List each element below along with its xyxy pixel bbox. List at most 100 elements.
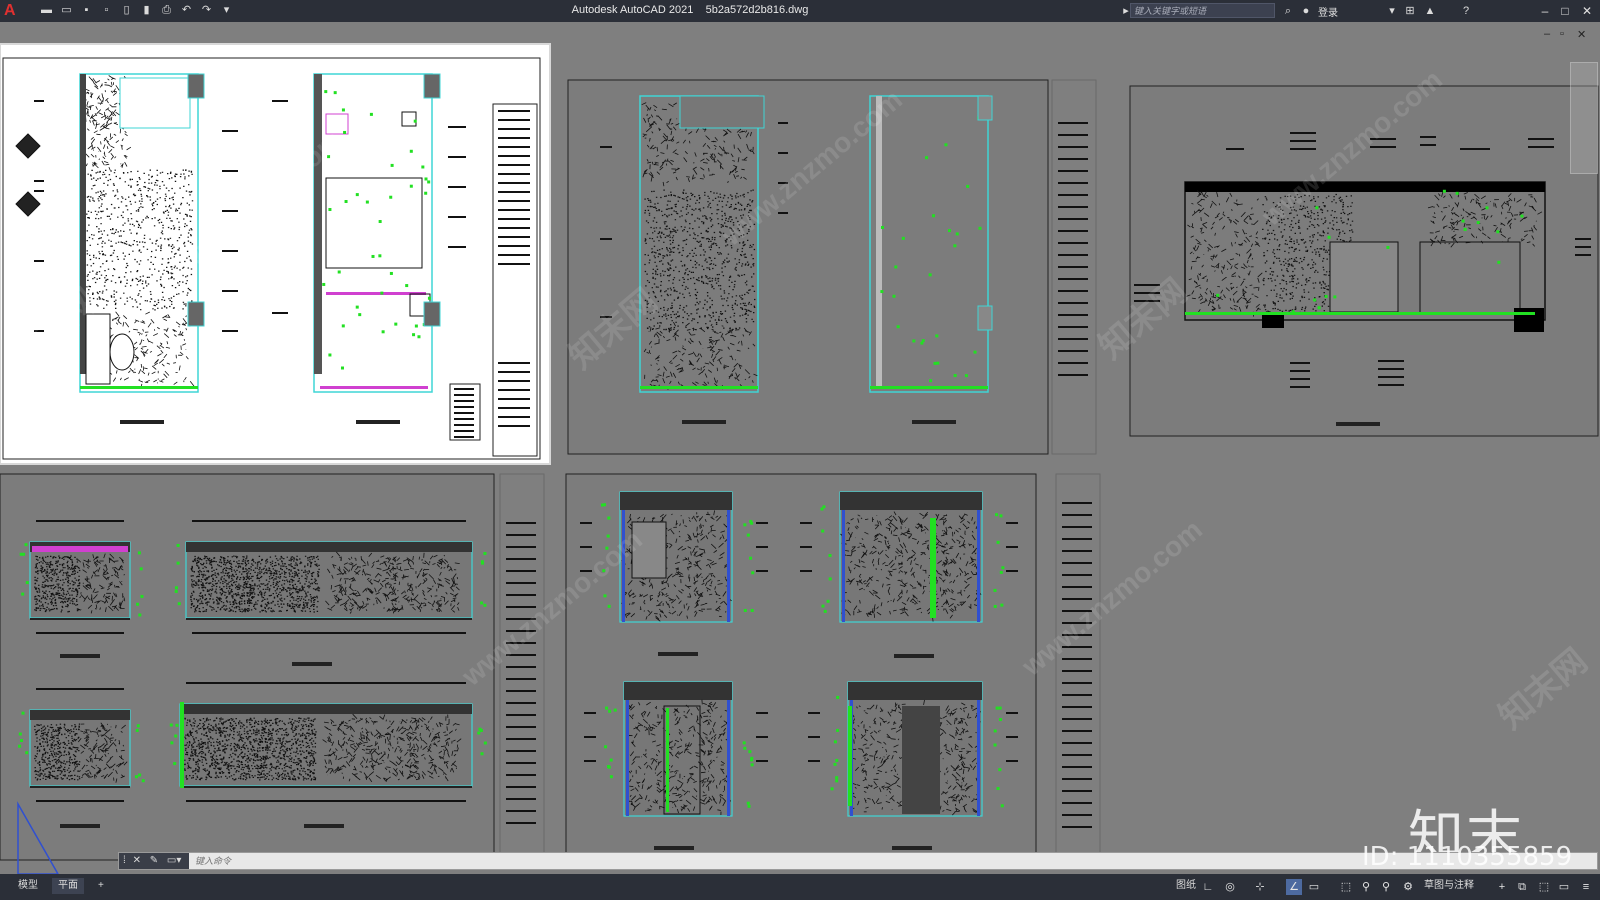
user-icon[interactable]: ● [1298, 3, 1314, 19]
leader-label [1062, 778, 1092, 780]
help-icon[interactable]: ? [1458, 3, 1474, 19]
osnap-icon[interactable]: ⊹ [1252, 879, 1268, 895]
dimension-marker [944, 143, 948, 147]
leader-label [580, 522, 592, 524]
leader-label [1290, 148, 1316, 150]
magenta-line [32, 546, 128, 552]
floor-line [180, 786, 472, 788]
leader-label [1290, 132, 1316, 134]
leader-label [506, 738, 536, 740]
dimension-marker [604, 745, 608, 749]
dimension-marker [1386, 245, 1390, 249]
redo-icon[interactable]: ↷ [200, 4, 213, 17]
elevation-drawing [185, 541, 473, 619]
ortho-icon[interactable]: ∟ [1200, 879, 1216, 895]
leader-label [1062, 742, 1092, 744]
grip-icon[interactable]: ⁞ [123, 855, 126, 866]
dimension-marker [381, 330, 385, 334]
workspace-gear-icon[interactable]: ⚙ [1400, 879, 1416, 895]
search-icon[interactable]: ⌕ [1280, 3, 1296, 19]
dimension-marker [932, 214, 936, 218]
bed [1329, 241, 1399, 313]
leader-label [1062, 610, 1092, 612]
navigation-bar[interactable] [1570, 62, 1598, 174]
dimension-marker [483, 741, 487, 745]
dimension-marker [1317, 306, 1321, 310]
leader-label [1575, 246, 1591, 248]
dimension-marker [973, 350, 977, 354]
dimension-marker [136, 724, 140, 728]
leader-label [1062, 634, 1092, 636]
maximize-button[interactable]: □ [1556, 2, 1574, 20]
leader-label [1006, 760, 1018, 762]
dimension-marker [137, 551, 141, 555]
quick-properties-icon[interactable]: ⬚ [1536, 879, 1552, 895]
leader-label [34, 260, 44, 262]
ceiling-band [840, 492, 982, 510]
ceiling-band [624, 682, 732, 700]
annotation-scale-icon[interactable]: ⚲ [1378, 879, 1394, 895]
customize-status-icon[interactable]: ≡ [1578, 879, 1594, 895]
leader-label [448, 126, 466, 128]
wall [314, 74, 322, 374]
search-input[interactable]: 键入关键字或短语 [1130, 3, 1275, 18]
new-icon[interactable]: ▬ [40, 4, 53, 17]
add-layout-icon[interactable]: + [92, 878, 110, 894]
viewport-minimize-icon[interactable]: – [1544, 28, 1550, 40]
leader-label [1058, 302, 1088, 304]
autodesk-app-icon[interactable]: ▲ [1422, 3, 1438, 19]
cart-icon[interactable]: ⊞ [1402, 3, 1418, 19]
annotation-visibility-icon[interactable]: ⚲ [1358, 879, 1374, 895]
leader-label [454, 418, 474, 420]
close-cmd-icon[interactable]: ✕ [133, 855, 141, 866]
viewport-close-icon[interactable]: ✕ [1577, 28, 1586, 41]
leader-label [448, 216, 466, 218]
leader-label [506, 558, 536, 560]
customize-icon[interactable]: ▾ [220, 4, 233, 17]
lineweight-icon[interactable]: ▭ [1306, 879, 1322, 895]
save-icon[interactable]: ▪ [80, 4, 93, 17]
paper-space-button[interactable]: 图纸 [1170, 878, 1202, 894]
leader-label [1370, 146, 1396, 148]
bathroom [119, 77, 191, 129]
close-button[interactable]: ✕ [1578, 2, 1596, 20]
dimension-marker [746, 801, 750, 805]
dimension-marker [480, 752, 484, 756]
open-web-icon[interactable]: ▯ [120, 4, 133, 17]
leader-label [36, 632, 124, 634]
login-button[interactable]: 登录 [1318, 4, 1338, 19]
leader-label [498, 398, 530, 400]
polar-icon[interactable]: ◎ [1222, 879, 1238, 895]
tab-model[interactable]: 模型 [12, 878, 44, 894]
minimize-button[interactable]: – [1536, 2, 1554, 20]
open-icon[interactable]: ▭ [60, 4, 73, 17]
dimension-marker [355, 193, 359, 197]
osnap-track-icon[interactable]: ∠ [1286, 879, 1302, 895]
dimension-marker [1476, 221, 1480, 225]
save-web-icon[interactable]: ▮ [140, 4, 153, 17]
leader-label [506, 546, 536, 548]
recent-commands-icon[interactable]: ▭▾ [167, 855, 181, 866]
print-icon[interactable]: ⎙ [160, 4, 173, 17]
customize-cmd-icon[interactable]: ✎ [150, 855, 158, 866]
save-as-icon[interactable]: ▫ [100, 4, 113, 17]
leader-label [498, 263, 530, 265]
dimension-marker [996, 787, 1000, 791]
selection-cycling-icon[interactable]: ⬚ [1338, 879, 1354, 895]
tab-layout-plan[interactable]: 平面 [52, 878, 84, 894]
leader-label [498, 218, 530, 220]
undo-icon[interactable]: ↶ [180, 4, 193, 17]
dimension-marker [378, 220, 382, 224]
dimension-marker [881, 225, 885, 229]
units-icon[interactable]: ⧉ [1514, 879, 1530, 895]
leader-label [1058, 206, 1088, 208]
annotation-monitor-icon[interactable]: + [1494, 879, 1510, 895]
fullscreen-icon[interactable]: ▭ [1556, 879, 1572, 895]
dropdown-arrow-icon[interactable]: ▾ [1384, 3, 1400, 19]
command-input[interactable] [191, 853, 499, 869]
autocad-logo-icon[interactable]: A [4, 1, 26, 21]
viewport-restore-icon[interactable]: ▫ [1560, 28, 1564, 40]
command-line-tools: ⁞ ✕ ✎ ▭▾ [119, 853, 189, 869]
workspace-selector[interactable]: 草图与注释 [1418, 878, 1480, 894]
drawing-canvas[interactable]: 知末网 www.znzmo.com 知末网 www.znzmo.com 知末网 … [0, 22, 1600, 874]
